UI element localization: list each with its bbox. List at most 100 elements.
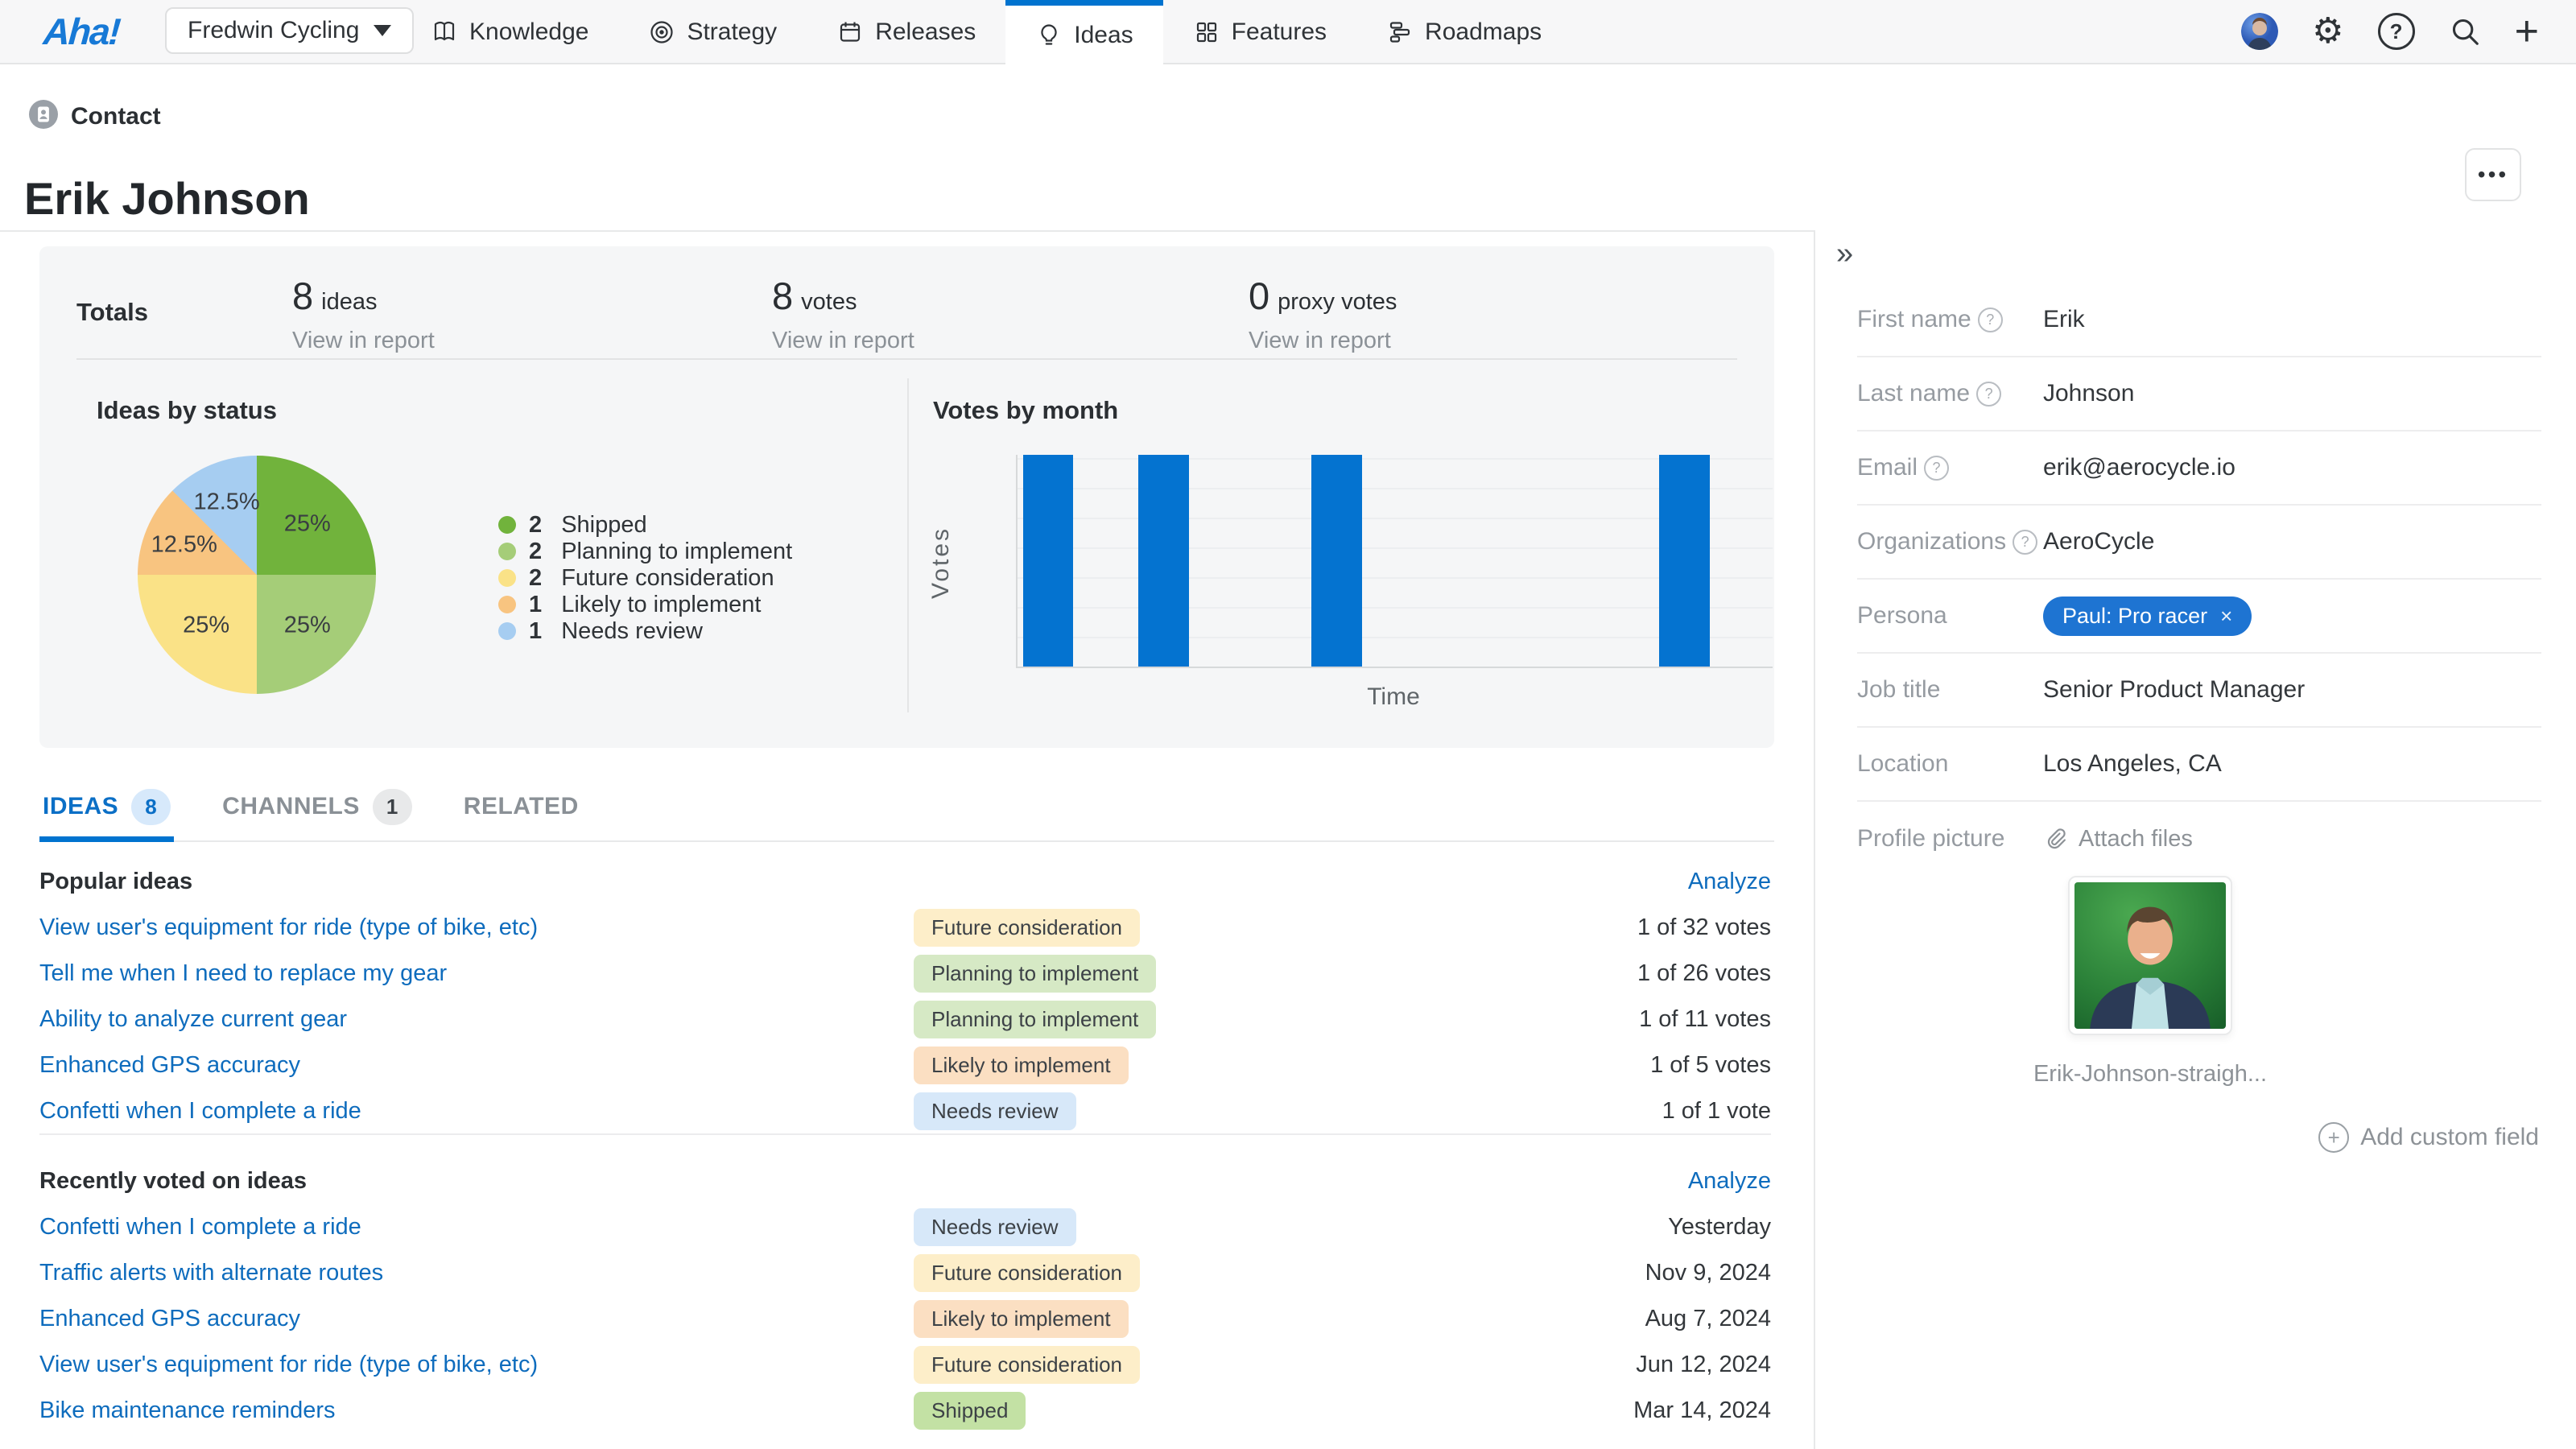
legend-label: Planning to implement bbox=[555, 539, 792, 565]
status-cell: Planning to implement bbox=[914, 1001, 1413, 1038]
field-row-profile-picture: Profile picture Attach files bbox=[1857, 802, 2541, 876]
field-label-text: Organizations bbox=[1857, 528, 2006, 555]
add-custom-field-label: Add custom field bbox=[2360, 1124, 2539, 1151]
status-badge: Needs review bbox=[914, 1208, 1076, 1246]
add-custom-field-button[interactable]: + Add custom field bbox=[2318, 1122, 2539, 1153]
status-cell: Future consideration bbox=[914, 909, 1413, 947]
pie-slice-label: 12.5% bbox=[193, 489, 259, 515]
legend-item: 1 Likely to implement bbox=[498, 595, 792, 614]
popular-ideas-section: Popular ideas Analyze View user's equipmen… bbox=[39, 858, 1771, 1134]
vote-date: Yesterday bbox=[1413, 1214, 1771, 1241]
nav-item-knowledge[interactable]: Knowledge bbox=[401, 0, 618, 64]
idea-link[interactable]: Enhanced GPS accuracy bbox=[39, 1052, 914, 1079]
add-icon[interactable]: + bbox=[2515, 10, 2539, 52]
collapse-sidebar-icon[interactable]: » bbox=[1836, 237, 1853, 271]
status-cell: Future consideration bbox=[914, 1346, 1413, 1384]
nav-item-label: Strategy bbox=[687, 19, 777, 46]
more-options-button[interactable]: ••• bbox=[2465, 148, 2521, 201]
vote-date: Mar 14, 2024 bbox=[1413, 1397, 1771, 1424]
tab-channels[interactable]: CHANNELS1 bbox=[219, 773, 415, 840]
idea-link[interactable]: Confetti when I complete a ride bbox=[39, 1214, 914, 1241]
field-value[interactable]: erik@aerocycle.io bbox=[2043, 454, 2235, 481]
field-row-job-title: Job titleSenior Product Manager bbox=[1857, 654, 2541, 728]
nav-item-label: Releases bbox=[875, 19, 976, 46]
settings-gear-icon[interactable]: ⚙ bbox=[2312, 14, 2343, 49]
status-badge: Future consideration bbox=[914, 1254, 1140, 1292]
pie-chart-title: Ideas by status bbox=[97, 396, 277, 425]
view-in-report-link[interactable]: View in report bbox=[1249, 328, 1397, 354]
nav-item-releases[interactable]: Releases bbox=[807, 0, 1005, 64]
vote-count: 1 of 32 votes bbox=[1413, 914, 1771, 941]
tab-count-badge: 8 bbox=[131, 789, 171, 825]
legend-item: 2 Planning to implement bbox=[498, 542, 792, 561]
tab-related[interactable]: RELATED bbox=[460, 773, 582, 840]
roadmap-icon bbox=[1386, 19, 1414, 46]
idea-link[interactable]: Confetti when I complete a ride bbox=[39, 1098, 914, 1125]
legend-dot bbox=[498, 516, 516, 534]
field-value[interactable]: Johnson bbox=[2043, 380, 2134, 407]
search-icon[interactable] bbox=[2449, 15, 2481, 47]
idea-link[interactable]: Enhanced GPS accuracy bbox=[39, 1306, 914, 1332]
total-votes: 8votesView in report bbox=[772, 274, 914, 354]
field-label-text: Location bbox=[1857, 750, 1948, 778]
help-icon[interactable]: ? bbox=[2378, 13, 2415, 50]
status-cell: Future consideration bbox=[914, 1254, 1413, 1292]
total-value: 0 bbox=[1249, 275, 1269, 317]
idea-link[interactable]: Ability to analyze current gear bbox=[39, 1006, 914, 1033]
nav-item-label: Roadmaps bbox=[1425, 19, 1542, 46]
nav-item-label: Ideas bbox=[1074, 22, 1133, 49]
vote-bar bbox=[1023, 455, 1074, 667]
help-icon[interactable]: ? bbox=[1976, 382, 2001, 407]
field-value[interactable]: Los Angeles, CA bbox=[2043, 750, 2222, 778]
user-avatar[interactable] bbox=[2241, 13, 2278, 50]
idea-link[interactable]: Tell me when I need to replace my gear bbox=[39, 960, 914, 987]
idea-link[interactable]: Traffic alerts with alternate routes bbox=[39, 1260, 914, 1286]
nav-item-ideas[interactable]: Ideas bbox=[1005, 0, 1162, 64]
field-label-text: Profile picture bbox=[1857, 825, 2004, 852]
legend-dot bbox=[498, 622, 516, 640]
profile-picture-thumbnail[interactable] bbox=[2068, 876, 2232, 1035]
nav-item-features[interactable]: Features bbox=[1163, 0, 1356, 64]
vote-bar bbox=[1138, 455, 1189, 667]
help-icon[interactable]: ? bbox=[1978, 308, 2003, 332]
section-title: Popular ideas bbox=[39, 869, 192, 895]
field-value[interactable]: Erik bbox=[2043, 306, 2085, 333]
view-in-report-link[interactable]: View in report bbox=[292, 328, 435, 354]
analyze-link[interactable]: Analyze bbox=[1688, 1168, 1771, 1195]
idea-link[interactable]: Bike maintenance reminders bbox=[39, 1397, 914, 1424]
field-value[interactable]: AeroCycle bbox=[2043, 528, 2154, 555]
workspace-switcher[interactable]: Fredwin Cycling bbox=[165, 7, 414, 54]
tab-ideas[interactable]: IDEAS8 bbox=[39, 773, 174, 840]
nav-item-strategy[interactable]: Strategy bbox=[618, 0, 807, 64]
field-label-text: Persona bbox=[1857, 602, 1947, 630]
profile-picture-filename: Erik-Johnson-straigh... bbox=[1909, 1061, 2392, 1088]
analyze-link[interactable]: Analyze bbox=[1688, 869, 1771, 895]
idea-link[interactable]: View user's equipment for ride (type of … bbox=[39, 914, 914, 941]
view-in-report-link[interactable]: View in report bbox=[772, 328, 914, 354]
field-label: Email? bbox=[1857, 454, 2043, 481]
idea-row: View user's equipment for ride (type of … bbox=[39, 1342, 1771, 1388]
persona-chip-label: Paul: Pro racer bbox=[2062, 604, 2207, 629]
idea-row: Enhanced GPS accuracyLikely to implement… bbox=[39, 1042, 1771, 1088]
help-icon[interactable]: ? bbox=[2013, 530, 2037, 555]
grid-icon bbox=[1193, 19, 1220, 46]
primary-nav-items: Knowledge Strategy Releases Ideas Features Ro… bbox=[401, 0, 1571, 64]
field-value[interactable]: Senior Product Manager bbox=[2043, 676, 2305, 704]
app: Aha! Fredwin Cycling Knowledge Strategy Re… bbox=[0, 0, 2576, 1449]
total-proxy-votes: 0proxy votesView in report bbox=[1249, 274, 1397, 354]
idea-row: View user's equipment for ride (type of … bbox=[39, 905, 1771, 951]
legend-dot bbox=[498, 596, 516, 613]
persona-chip[interactable]: Paul: Pro racer × bbox=[2043, 597, 2252, 636]
field-label-text: Email bbox=[1857, 454, 1918, 481]
total-unit: ideas bbox=[321, 289, 377, 315]
nav-item-roadmaps[interactable]: Roadmaps bbox=[1356, 0, 1571, 64]
aha-logo[interactable]: Aha! bbox=[42, 10, 121, 53]
help-icon[interactable]: ? bbox=[1924, 456, 1949, 481]
legend-count: 2 bbox=[529, 539, 542, 565]
total-value: 8 bbox=[772, 275, 793, 317]
idea-link[interactable]: View user's equipment for ride (type of … bbox=[39, 1352, 914, 1378]
chevron-down-icon bbox=[374, 25, 391, 36]
remove-icon[interactable]: × bbox=[2220, 604, 2232, 629]
status-badge: Likely to implement bbox=[914, 1046, 1129, 1084]
attach-files-button[interactable]: Attach files bbox=[2043, 826, 2193, 852]
